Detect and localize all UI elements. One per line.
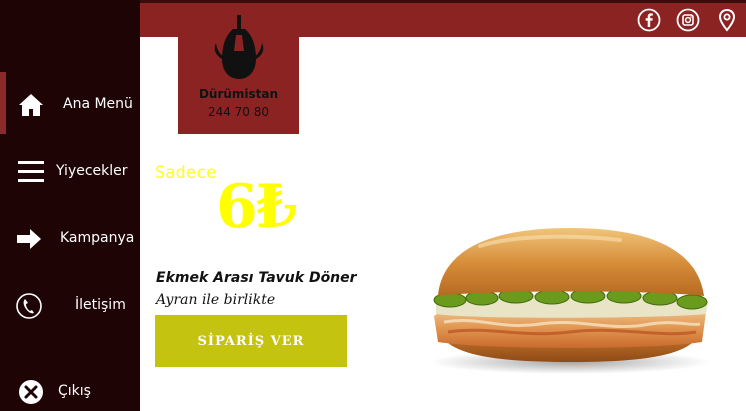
sidebar-item-label: Yiyecekler [56,163,128,179]
close-icon [16,377,46,407]
sidebar-item-label: Ana Menü [63,96,133,112]
instagram-icon[interactable] [676,8,700,32]
phone-icon [14,291,44,321]
brand-logo[interactable]: Dürümistan 244 70 80 [178,15,299,134]
sidebar-item-label: Çıkış [58,383,91,399]
doner-kebab-icon [214,15,264,79]
sidebar-item-yiyecekler[interactable]: Yiyecekler [0,147,140,197]
product-name: Ekmek Arası Tavuk Döner [156,270,357,286]
sidebar-item-iletisim[interactable]: İletişim [0,281,140,331]
sidebar-item-cikis[interactable]: Çıkış [0,367,140,411]
sidebar-item-label: İletişim [75,297,126,313]
facebook-icon[interactable] [637,8,661,32]
arrow-right-icon [14,224,44,254]
order-button[interactable]: SİPARİŞ VER [155,315,347,367]
brand-name: Dürümistan [198,87,279,101]
sidebar-item-label: Kampanya [60,230,135,246]
menu-icon [16,157,46,187]
home-icon [16,90,46,120]
promo-prefix: Sadece [155,163,217,183]
brand-phone: 244 70 80 [207,105,270,119]
sidebar: Ana Menü Yiyecekler Kampanya İletişim Çı… [0,0,140,411]
product-description: Ayran ile birlikte [156,292,276,308]
chicken-sandwich-image [430,228,710,374]
location-pin-icon[interactable] [715,8,739,32]
sidebar-item-ana-menu[interactable]: Ana Menü [0,80,140,130]
sidebar-item-kampanya[interactable]: Kampanya [0,214,140,264]
promo-price: 6₺ [216,172,297,242]
